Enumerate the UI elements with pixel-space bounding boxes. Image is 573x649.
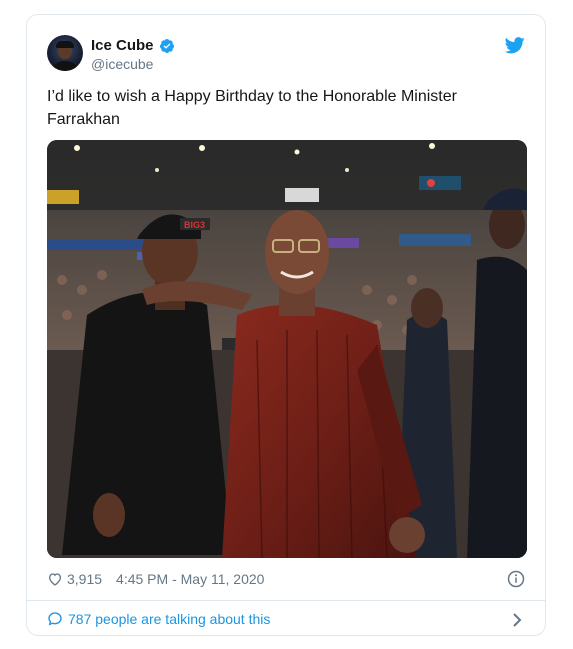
tweet-photo[interactable]: BIG3: [47, 140, 527, 558]
heart-icon[interactable]: [47, 571, 63, 587]
author-handle[interactable]: @icecube: [91, 56, 153, 72]
divider: [27, 600, 545, 601]
avatar[interactable]: [47, 35, 83, 71]
like-count[interactable]: 3,915: [67, 571, 102, 587]
tweet-text: I’d like to wish a Happy Birthday to the…: [47, 88, 457, 128]
tweet-timestamp[interactable]: 4:45 PM - May 11, 2020: [116, 571, 264, 587]
cap-logo-text: BIG3: [184, 220, 205, 230]
arena-photo: BIG3: [47, 140, 527, 558]
tweet-card: Ice Cube @icecube I’d like to wish a Hap…: [26, 14, 546, 636]
author-name-row[interactable]: Ice Cube: [91, 37, 175, 54]
conversation-link[interactable]: 787 people are talking about this: [47, 611, 270, 627]
chevron-right-icon[interactable]: [511, 612, 523, 628]
verified-badge-icon: [159, 38, 174, 53]
twitter-bird-icon[interactable]: [505, 37, 525, 54]
conversation-count-text[interactable]: 787 people are talking about this: [68, 611, 270, 627]
info-icon[interactable]: [507, 570, 525, 588]
tweet-meta: 3,915 4:45 PM - May 11, 2020: [47, 571, 264, 587]
author-display-name[interactable]: Ice Cube: [91, 37, 154, 54]
speech-bubble-icon: [48, 612, 62, 626]
